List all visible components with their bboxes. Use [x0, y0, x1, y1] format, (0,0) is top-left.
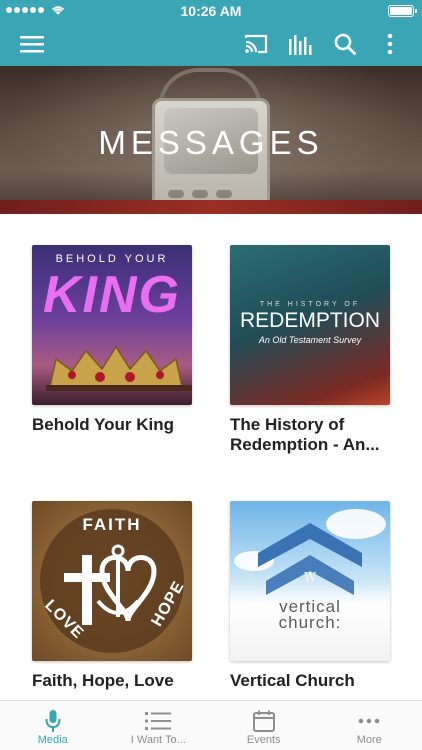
tab-label: More — [356, 734, 382, 746]
svg-text:W: W — [304, 570, 317, 584]
cast-icon — [244, 34, 268, 54]
cast-button[interactable] — [236, 22, 276, 66]
status-time: 10:26 AM — [180, 3, 242, 19]
tab-i-want-to[interactable]: I Want To... — [106, 701, 212, 750]
series-artwork[interactable]: THE HISTORY OF REDEMPTION An Old Testame… — [230, 245, 390, 405]
series-title[interactable]: Behold Your King — [32, 415, 202, 435]
hamburger-icon — [20, 36, 44, 53]
tab-media[interactable]: Media — [0, 701, 106, 750]
series-card-history-of-redemption[interactable]: THE HISTORY OF REDEMPTION An Old Testame… — [230, 245, 390, 455]
page-title: MESSAGES — [98, 124, 324, 161]
tab-events[interactable]: Events — [211, 701, 317, 750]
tab-more[interactable]: More — [317, 701, 422, 750]
crown-icon — [46, 345, 192, 391]
list-icon — [145, 712, 172, 730]
series-title[interactable]: The History of Redemption - An... — [230, 415, 400, 455]
status-bar: 10:26 AM — [0, 0, 422, 22]
series-card-faith-hope-love[interactable]: FAITH LOVE HOPE Faith, Hope, Love — [32, 501, 192, 691]
series-grid: BEHOLD YOUR KING Behold Your King THE HI… — [0, 214, 422, 700]
more-vertical-icon — [387, 33, 393, 55]
chevron-logo-icon: W — [258, 523, 362, 595]
calendar-icon — [252, 710, 275, 732]
overflow-menu-button[interactable] — [372, 22, 408, 66]
series-title[interactable]: Faith, Hope, Love — [32, 671, 202, 691]
series-title[interactable]: Vertical Church — [230, 671, 400, 691]
series-artwork[interactable]: W vertical church: — [230, 501, 390, 661]
tab-label: Media — [37, 734, 68, 746]
more-horizontal-icon — [358, 718, 380, 724]
hero-banner: MESSAGES — [0, 66, 422, 214]
microphone-icon — [45, 710, 61, 732]
app-bar — [0, 22, 422, 66]
series-artwork[interactable]: BEHOLD YOUR KING — [32, 245, 192, 405]
audio-button[interactable] — [280, 22, 320, 66]
menu-button[interactable] — [10, 22, 54, 66]
series-artwork[interactable]: FAITH LOVE HOPE — [32, 501, 192, 661]
search-icon — [334, 33, 356, 55]
tab-label: I Want To... — [130, 734, 186, 746]
series-card-vertical-church[interactable]: W vertical church: Vertical Church — [230, 501, 390, 691]
equalizer-icon — [289, 35, 312, 55]
battery-icon — [388, 5, 417, 17]
series-card-behold-your-king[interactable]: BEHOLD YOUR KING Behold Your King — [32, 245, 192, 435]
search-button[interactable] — [325, 22, 365, 66]
tab-label: Events — [246, 734, 281, 746]
tab-bar: Media I Want To... Events More — [0, 700, 422, 750]
